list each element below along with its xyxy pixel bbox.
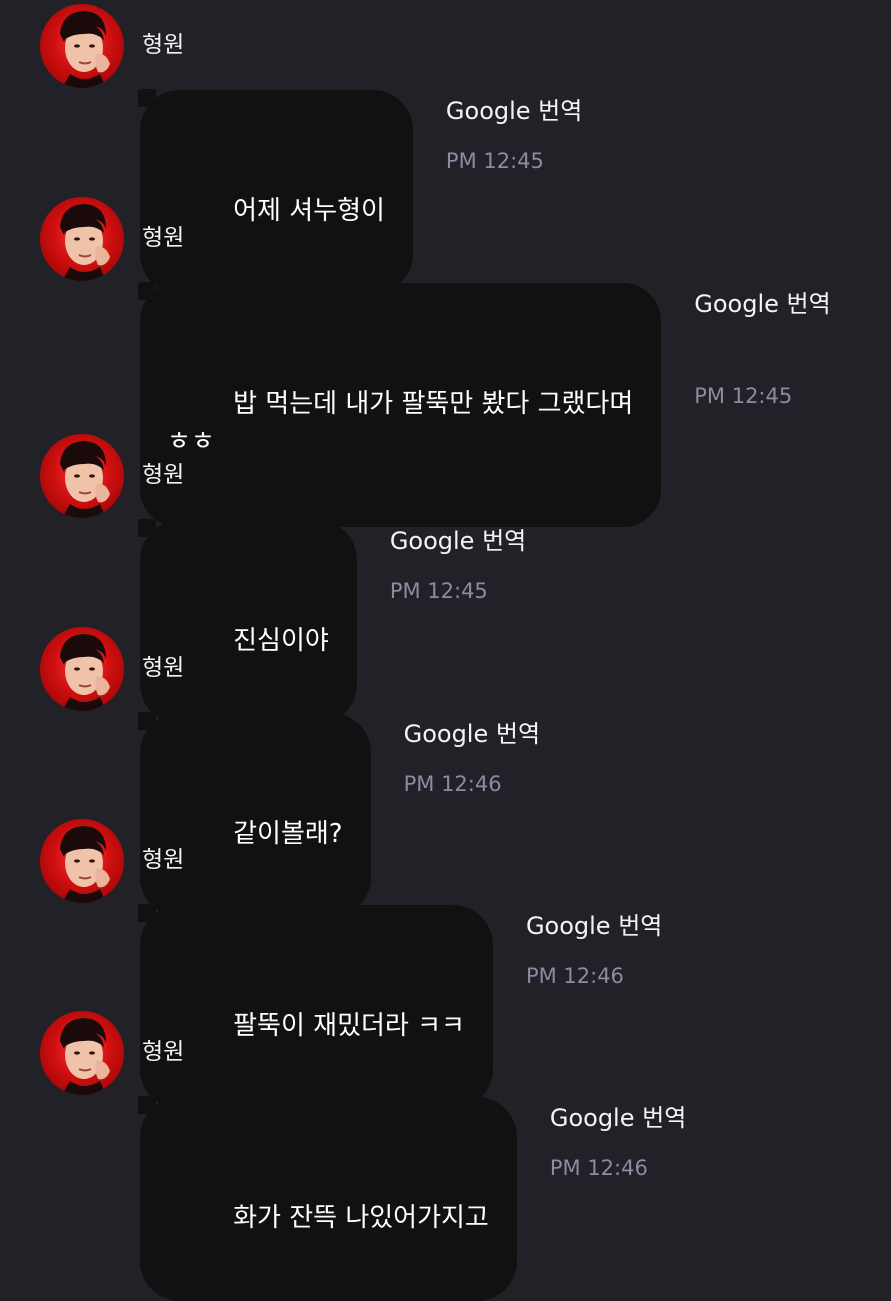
message-meta: Google 번역 PM 12:45 — [694, 289, 830, 409]
message-meta: Google 번역 PM 12:46 — [526, 911, 662, 989]
avatar-portrait-icon — [60, 204, 110, 281]
message-meta: Google 번역 PM 12:46 — [404, 719, 540, 797]
timestamp: PM 12:46 — [549, 1156, 648, 1180]
bubble-tail — [138, 282, 156, 300]
message-text: 화가 잔뜩 나있어가지고 — [233, 1203, 489, 1233]
google-translate-link[interactable]: Google 번역 — [526, 911, 662, 941]
message-text: 같이볼래? — [233, 819, 343, 849]
timestamp: PM 12:46 — [525, 964, 624, 988]
bubble-row: 진심이야 Google 번역 PM 12:45 — [138, 519, 526, 724]
avatar-portrait-icon — [60, 826, 110, 903]
timestamp: PM 12:45 — [445, 149, 544, 173]
message-text: 어제 셔누형이 — [233, 196, 385, 226]
chat-list: 형원 어제 셔누형이 Google 번역 PM 12:45 형원 밥 먹는데 내… — [0, 0, 891, 1301]
sender-name: 형원 — [142, 32, 185, 58]
google-translate-link[interactable]: Google 번역 — [446, 96, 582, 126]
message-bubble[interactable]: 화가 잔뜩 나있어가지고 — [138, 1096, 517, 1301]
message-bubble[interactable]: 팔뚝이 재밌더라 ㅋㅋ — [138, 904, 493, 1109]
sender-name: 형원 — [142, 847, 185, 873]
timestamp: PM 12:45 — [389, 579, 488, 603]
message-bubble[interactable]: 어제 셔누형이 — [138, 89, 413, 294]
message-text: 팔뚝이 재밌더라 ㅋㅋ — [233, 1011, 465, 1041]
bubble-row: 팔뚝이 재밌더라 ㅋㅋ Google 번역 PM 12:46 — [138, 904, 662, 1109]
google-translate-link[interactable]: Google 번역 — [404, 719, 540, 749]
avatar[interactable] — [40, 819, 124, 903]
avatar-portrait-icon — [60, 11, 110, 88]
message-meta: Google 번역 PM 12:45 — [446, 96, 582, 174]
message-bubble[interactable]: 밥 먹는데 내가 팔뚝만 봤다 그랬다며 ㅎㅎ — [138, 282, 662, 527]
message-bubble[interactable]: 진심이야 — [138, 519, 357, 724]
message-meta: Google 번역 PM 12:46 — [550, 1103, 686, 1181]
message-bubble[interactable]: 같이볼래? — [138, 712, 371, 917]
timestamp: PM 12:46 — [403, 772, 502, 796]
sender-name: 형원 — [142, 225, 185, 251]
avatar[interactable] — [40, 1011, 124, 1095]
bubble-row: 화가 잔뜩 나있어가지고 Google 번역 PM 12:46 — [138, 1096, 686, 1301]
message-meta: Google 번역 PM 12:45 — [390, 526, 526, 604]
avatar-portrait-icon — [60, 441, 110, 518]
sender-name: 형원 — [142, 462, 185, 488]
bubble-row: 밥 먹는데 내가 팔뚝만 봤다 그랬다며 ㅎㅎ Google 번역 PM 12:… — [138, 282, 831, 527]
google-translate-link[interactable]: Google 번역 — [550, 1103, 686, 1133]
bubble-row: 어제 셔누형이 Google 번역 PM 12:45 — [138, 89, 582, 294]
avatar[interactable] — [40, 4, 124, 88]
avatar[interactable] — [40, 434, 124, 518]
google-translate-link[interactable]: Google 번역 — [390, 526, 526, 556]
message-text: 진심이야 — [233, 626, 329, 656]
message-text: 밥 먹는데 내가 팔뚝만 봤다 그랬다며 ㅎㅎ — [167, 389, 634, 457]
avatar[interactable] — [40, 197, 124, 281]
avatar-portrait-icon — [60, 634, 110, 711]
bubble-tail — [138, 89, 156, 107]
bubble-row: 같이볼래? Google 번역 PM 12:46 — [138, 712, 540, 917]
bubble-tail — [138, 519, 156, 537]
sender-name: 형원 — [142, 1039, 185, 1065]
sender-name: 형원 — [142, 655, 185, 681]
avatar[interactable] — [40, 627, 124, 711]
timestamp: PM 12:45 — [694, 384, 793, 408]
bubble-tail — [138, 1096, 156, 1114]
google-translate-link[interactable]: Google 번역 — [694, 289, 830, 319]
bubble-tail — [138, 712, 156, 730]
avatar-portrait-icon — [60, 1018, 110, 1095]
bubble-tail — [138, 904, 156, 922]
